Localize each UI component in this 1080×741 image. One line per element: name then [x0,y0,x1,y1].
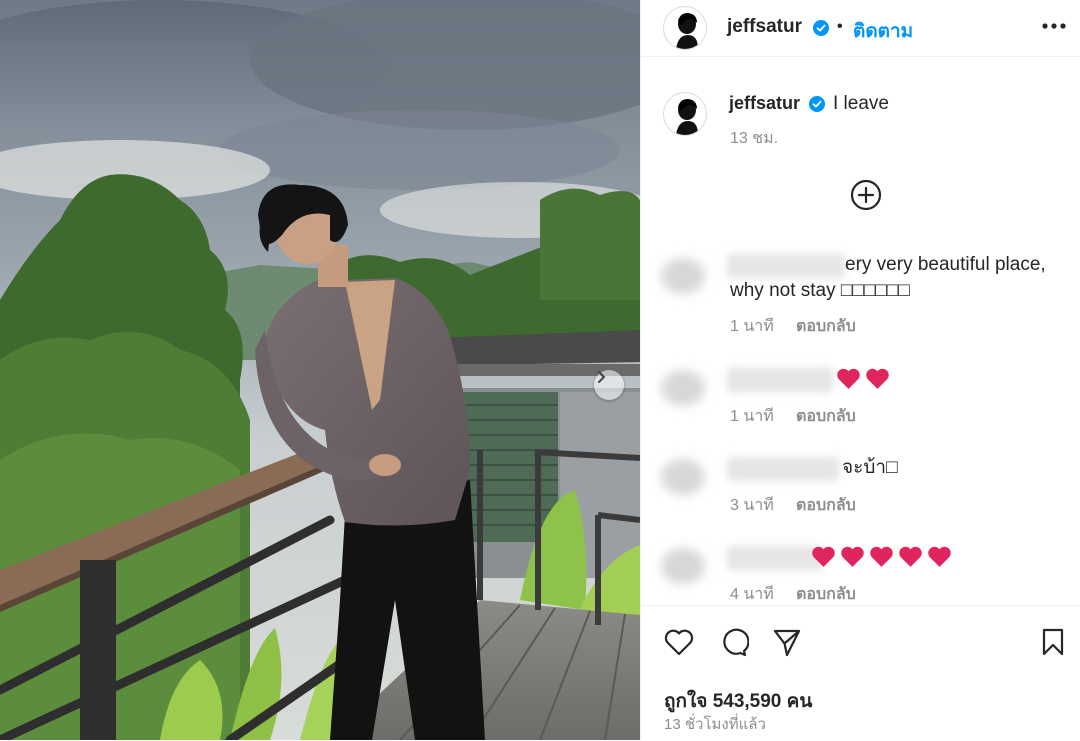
reply-button[interactable]: ตอบกลับ [796,404,856,429]
plus-circle-icon[interactable] [849,178,883,212]
commenter-avatar[interactable] [661,548,705,584]
avatar-silhouette-icon [676,13,698,49]
post-timestamp: 13 ชั่วโมงที่แล้ว [664,716,766,733]
reply-button[interactable]: ตอบกลับ [796,493,856,518]
heart-outline-icon[interactable] [663,626,695,658]
chevron-right-icon [598,371,605,383]
reply-button[interactable]: ตอบกลับ [796,582,856,607]
author-username[interactable]: jeffsatur [727,16,802,38]
more-horizontal-icon [1042,23,1066,29]
commenter-avatar[interactable] [661,258,705,294]
post-header: jeffsatur • ติดตาม [641,0,1080,57]
comment-timestamp: 1 นาที [730,318,774,335]
next-photo-button[interactable] [594,370,624,400]
commenter-username-redacted [727,368,833,392]
reply-button[interactable]: ตอบกลับ [796,314,856,339]
heart-emoji-icon [812,546,835,567]
caption-author-avatar[interactable] [663,92,707,136]
verified-badge-icon [809,96,825,112]
author-avatar[interactable] [663,6,707,50]
follow-button[interactable]: ติดตาม [853,16,913,46]
comment-timestamp: 1 นาที [730,408,774,425]
heart-emoji-icon [841,546,864,567]
comment-hearts [836,367,890,390]
heart-emoji-icon [928,546,951,567]
post-details-panel: jeffsatur • ติดตาม jeffsatur I leave 13 … [640,0,1080,740]
caption-timestamp: 13 ชม. [730,130,779,147]
heart-emoji-icon [866,368,889,389]
verified-badge-icon [813,20,829,36]
more-options-button[interactable] [1041,16,1067,36]
comment-hearts [811,545,952,568]
avatar-silhouette-icon [676,99,698,135]
comment-timestamp: 4 นาที [730,586,774,603]
caption-username[interactable]: jeffsatur [729,93,800,114]
bookmark-icon[interactable] [1037,626,1069,658]
paper-plane-icon[interactable] [771,626,803,658]
commenter-avatar[interactable] [661,459,705,495]
post-photo-illustration [0,0,640,740]
heart-emoji-icon [899,546,922,567]
header-separator: • [837,18,843,35]
comment-text: ery very beautiful place, why not stay □… [730,254,1046,301]
commenter-avatar[interactable] [661,370,705,406]
heart-emoji-icon [870,546,893,567]
post-photo[interactable] [0,0,640,740]
post-actions: ถูกใจ 543,590 คน 13 ชั่วโมงที่แล้ว [641,605,1080,741]
comment-bubble-icon[interactable] [717,626,749,658]
comment-timestamp: 3 นาที [730,497,774,514]
commenter-username-redacted [727,546,823,570]
commenter-username-redacted [727,457,839,481]
comment-text: จะบ้า□ [842,457,898,478]
caption-text: I leave [833,93,889,114]
heart-emoji-icon [837,368,860,389]
